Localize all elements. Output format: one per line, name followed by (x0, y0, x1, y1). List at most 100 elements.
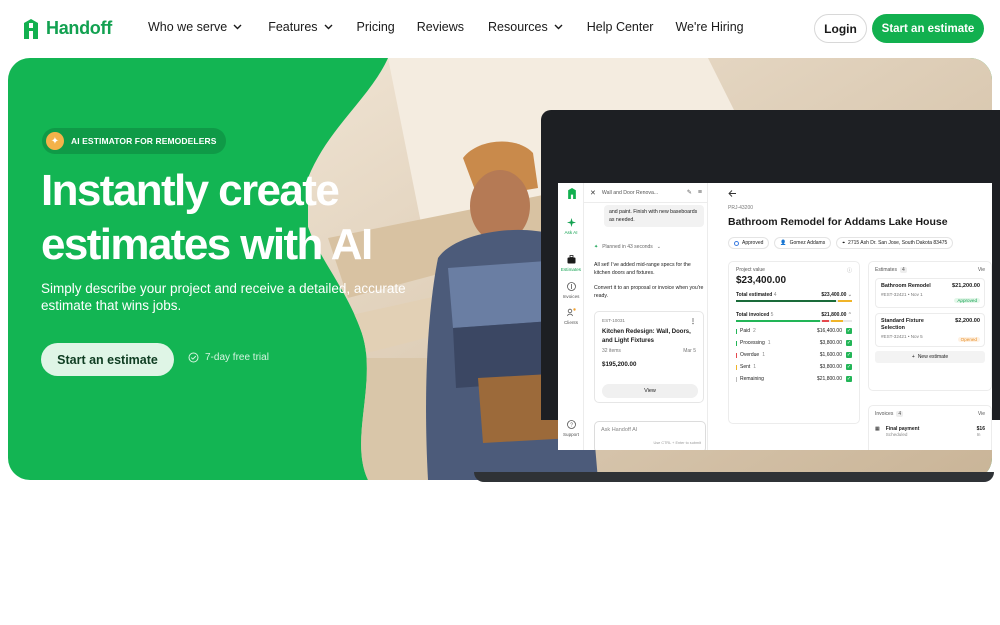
nav-reviews[interactable]: Reviews (417, 20, 464, 34)
nav-item-label: Features (268, 20, 318, 34)
ask-ai-input[interactable]: Ask Handoff AI Use CTRL + Enter to submi… (594, 421, 706, 450)
breakdown-row[interactable]: Paid 2 $16,400.00 ✓ (736, 328, 852, 334)
breakdown-label: Sent (740, 364, 751, 370)
estimate-amount: $195,200.00 (602, 361, 637, 368)
rail-item-support[interactable]: ? Support (558, 420, 584, 437)
chevron-down-icon: ⌄ (656, 244, 661, 250)
headline-line-1: Instantly create (41, 166, 340, 215)
project-id: PRJ-43200 (728, 205, 754, 211)
start-estimate-button[interactable]: Start an estimate (872, 14, 984, 43)
view-all-link[interactable]: Vie (978, 411, 985, 417)
planned-text: Planned in 43 seconds (602, 244, 653, 250)
sparkle-icon (566, 218, 576, 227)
client-chip[interactable]: 👤 Gomez Addams (774, 237, 832, 249)
nav-help-center[interactable]: Help Center (587, 20, 654, 34)
checkbox-icon[interactable]: ✓ (846, 376, 852, 382)
chat-title: Wall and Door Renova... (601, 189, 659, 196)
planned-indicator[interactable]: ✦ Planned in 43 seconds ⌄ (594, 244, 661, 250)
rail-label: Estimates (560, 267, 582, 272)
breakdown-count: 1 (762, 352, 765, 358)
rail-item-estimates[interactable]: Estimates (558, 255, 584, 272)
estimate-card[interactable]: EST-10031 ⋮ Kitchen Redesign: Wall, Door… (594, 311, 704, 403)
panel-title: Invoices (875, 411, 894, 417)
status-chip[interactable]: Approved (728, 237, 770, 249)
rail-item-clients[interactable]: Clients (558, 308, 584, 325)
info-icon[interactable]: ⓘ (847, 267, 852, 274)
estimated-fill (736, 300, 836, 302)
top-nav: Handoff Who we serve Features Pricing Re… (0, 0, 1000, 58)
chat-header: ✕ Wall and Door Renova... ✎ ≡ (584, 183, 708, 203)
hero-badge: ✦ AI ESTIMATOR FOR REMODELERS (42, 128, 227, 154)
checkbox-icon[interactable]: ✓ (846, 340, 852, 346)
more-icon[interactable]: ⋮ (690, 318, 696, 325)
address-chip[interactable]: ⌖ 2715 Ash Dr. San Jose, South Dakota 834… (836, 237, 954, 249)
status-tick (736, 376, 737, 382)
plus-icon: + (911, 354, 915, 360)
briefcase-icon (567, 255, 575, 264)
headline-line-2: estimates with AI (41, 220, 373, 269)
close-icon[interactable]: ✕ (590, 189, 596, 197)
sparkle-icon: ✦ (46, 132, 64, 150)
rail-label: Ask AI (564, 230, 578, 235)
nav-resources[interactable]: Resources (488, 20, 563, 34)
breakdown-row[interactable]: Sent 1 $3,800.00 ✓ (736, 364, 852, 370)
row-count: 5 (770, 312, 774, 318)
estimates-panel: Estimates 4 Vie Bathroom Remodel $21,200.… (868, 261, 992, 391)
new-estimate-button[interactable]: + New estimate (875, 351, 985, 363)
breakdown-amount: $3,800.00 (819, 340, 842, 346)
app-sidebar: Ask AI Estimates Invoices Clients ? Supp… (558, 183, 584, 450)
breakdown-row[interactable]: Processing 1 $3,800.00 ✓ (736, 340, 852, 346)
estimate-item[interactable]: Standard Fixture Selection $2,200.00 #ES… (875, 313, 985, 347)
invoice-item[interactable]: ▦ Final payment Scheduled $16 In (875, 426, 985, 437)
brand-name: Handoff (46, 18, 112, 38)
rail-item-ask-ai[interactable]: Ask AI (558, 218, 584, 235)
ask-placeholder: Ask Handoff AI (601, 427, 638, 433)
checkbox-icon[interactable]: ✓ (846, 352, 852, 358)
nav-item-label: Help Center (586, 20, 654, 34)
estimated-fill-2 (838, 300, 852, 302)
panel-count: 4 (896, 411, 904, 417)
new-estimate-label: New estimate (917, 354, 949, 360)
ask-hint: Use CTRL + Enter to submit (653, 441, 701, 445)
breakdown-row[interactable]: Remaining $21,800.00 ✓ (736, 376, 852, 382)
view-estimate-button[interactable]: View (602, 384, 698, 398)
nav-hiring[interactable]: We're Hiring (675, 20, 743, 34)
nav-item-label: Resources (488, 20, 548, 34)
rail-item-invoices[interactable]: Invoices (558, 282, 584, 299)
nav-who-we-serve[interactable]: Who we serve (148, 20, 242, 34)
chevron-up-icon: ⌃ (847, 312, 852, 318)
nav-links: Who we serve Features Pricing Reviews Re… (148, 20, 744, 34)
view-all-link[interactable]: Vie (978, 267, 985, 273)
ai-chat-panel: ✕ Wall and Door Renova... ✎ ≡ and paint.… (584, 183, 708, 450)
status-tick (736, 352, 737, 358)
sparkle-icon: ✦ (594, 244, 599, 250)
badge-text: AI ESTIMATOR FOR REMODELERS (71, 136, 217, 146)
nav-item-label: Reviews (416, 20, 465, 34)
menu-icon[interactable]: ≡ (698, 189, 702, 196)
estimate-item[interactable]: Bathroom Remodel $21,200.00 #EST-32421 •… (875, 278, 985, 308)
row-amount: $23,400.00 (821, 292, 847, 298)
invoice-status: Scheduled (885, 432, 908, 437)
app-logo-icon (568, 188, 576, 199)
nav-pricing[interactable]: Pricing (357, 20, 395, 34)
back-arrow-icon[interactable] (728, 189, 737, 198)
breakdown-row[interactable]: Overdue 1 $1,600.00 ✓ (736, 352, 852, 358)
login-button[interactable]: Login (814, 14, 867, 43)
logo-icon (24, 18, 38, 39)
help-icon: ? (566, 420, 576, 429)
app-screen: Ask AI Estimates Invoices Clients ? Supp… (558, 183, 992, 450)
rail-label: Support (562, 432, 580, 437)
checkbox-icon[interactable]: ✓ (846, 328, 852, 334)
breakdown-label: Paid (740, 328, 751, 334)
hero-start-estimate-button[interactable]: Start an estimate (41, 343, 174, 376)
checkbox-icon[interactable]: ✓ (846, 364, 852, 370)
rail-label: Clients (563, 320, 579, 325)
chevron-down-icon: ⌄ (847, 292, 852, 298)
estimate-date: Mar 5 (683, 348, 696, 354)
total-estimated-row[interactable]: Total estimated 4 $23,400.00 ⌄ (736, 292, 852, 298)
compose-icon[interactable]: ✎ (687, 189, 692, 196)
brand-logo[interactable]: Handoff (22, 18, 112, 39)
dollar-icon (566, 282, 576, 291)
total-invoiced-row[interactable]: Total invoiced 5 $21,800.00 ⌃ (736, 312, 852, 318)
nav-features[interactable]: Features (268, 20, 333, 34)
